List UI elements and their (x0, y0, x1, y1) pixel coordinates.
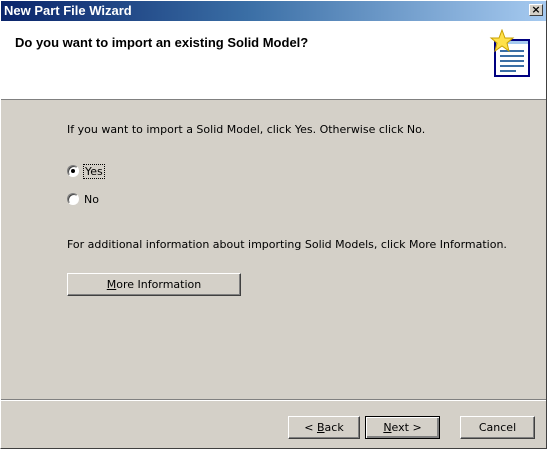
window-title: New Part File Wizard (4, 3, 132, 18)
footer-separator (1, 399, 546, 401)
radio-yes-label[interactable]: Yes (83, 163, 105, 179)
more-information-mnemonic: M (106, 278, 117, 291)
back-prefix: < (304, 421, 317, 434)
more-information-button[interactable]: More Information (67, 273, 241, 296)
radio-no-label[interactable]: No (84, 193, 99, 206)
next-button[interactable]: Next > (365, 416, 440, 439)
more-information-label: ore Information (116, 278, 202, 291)
next-label: ext > (391, 421, 422, 434)
wizard-header: Do you want to import an existing Solid … (1, 21, 546, 100)
cancel-label: Cancel (478, 421, 517, 434)
close-button[interactable]: × (529, 4, 543, 16)
wizard-window: New Part File Wizard × Do you want to im… (0, 0, 547, 449)
next-mnemonic: N (383, 421, 392, 434)
more-info-text: For additional information about importi… (67, 238, 507, 251)
radio-yes-indicator[interactable] (67, 165, 79, 177)
radio-no[interactable]: No (67, 191, 99, 207)
close-icon: × (531, 3, 541, 16)
title-bar[interactable]: New Part File Wizard × (1, 1, 546, 21)
back-label: ack (324, 421, 344, 434)
radio-yes[interactable]: Yes (67, 163, 105, 179)
back-mnemonic: B (317, 421, 325, 434)
radio-no-indicator[interactable] (67, 193, 79, 205)
instruction-text: If you want to import a Solid Model, cli… (67, 123, 426, 136)
back-button[interactable]: < Back (288, 416, 360, 439)
cancel-button[interactable]: Cancel (460, 416, 535, 439)
page-heading: Do you want to import an existing Solid … (15, 35, 309, 50)
wizard-star-document-icon (489, 29, 530, 77)
